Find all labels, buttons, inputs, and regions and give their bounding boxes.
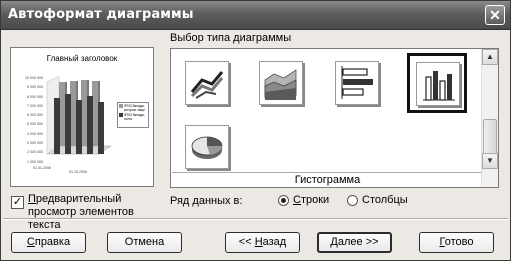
radio-selected-dot [281,198,286,203]
preview-y-tick: 5 000 000 [27,122,43,127]
back-label: азад [262,236,287,248]
pie-3d-icon [191,136,223,159]
legend-entry: ФТ02 Вклады, счета [124,113,145,121]
chart-type-bar-3d[interactable] [333,59,381,107]
back-accesskey: Н [254,236,263,248]
chart-type-group-label: Выбор типа диаграммы [170,32,292,44]
next-label: алее >> [337,236,379,248]
preview-y-tick: 6 000 000 [27,113,43,118]
preview-x-tick: 01.01.2006 [33,166,51,170]
bar-horizontal-3d-icon [341,66,373,99]
cancel-button[interactable]: Отмена [107,232,182,253]
series-columns-radio[interactable] [347,195,358,206]
series-columns-text: Столбцы [362,194,408,206]
close-button[interactable]: ✕ [485,5,505,25]
preview-y-tick: 10 000 000 [25,76,43,80]
title-bar[interactable]: Автоформат диаграммы ✕ [1,1,510,30]
series-rows-accesskey: С [293,194,301,206]
series-rows-text: троки [300,194,330,206]
chart-type-gallery[interactable]: Гистограмма ▲ ▼ [170,48,499,188]
next-accesskey: Д [330,236,338,248]
legend-swatch [119,113,123,117]
chart-type-area-3d[interactable] [257,59,305,107]
preview-y-axis-labels: 10 000 000 9 000 000 8 000 000 7 000 000… [13,74,43,167]
legend-entry: ФТ02 Вклады, которые чаще [124,104,145,112]
preview-chart-title: Главный заголовок [46,54,118,63]
chart-type-column-3d[interactable] [407,53,467,113]
text-preview-label[interactable]: Предварительный просмотр элементов текст… [28,193,158,232]
button-separator [3,218,508,220]
flow-3d-icon [190,71,224,99]
preview-y-tick: 4 000 000 [27,131,43,136]
series-rows-radio[interactable] [278,195,289,206]
back-button[interactable]: << Назад [225,232,300,253]
chart-type-flow-3d[interactable] [183,59,231,107]
series-in-label: Ряд данных в: [170,195,243,207]
back-prefix: << [238,236,255,248]
window-title: Автоформат диаграммы [8,7,194,22]
scroll-up-button[interactable]: ▲ [482,49,498,65]
gallery-scrollbar[interactable]: ▲ ▼ [481,49,498,187]
dialog-window: Автоформат диаграммы ✕ Главный заголовок… [0,0,511,261]
legend-swatch [119,104,123,108]
preview-plot [46,76,112,155]
text-preview-label-text: редварительный просмотр элементов текста [28,193,134,231]
preview-y-tick: 2 000 000 [27,150,43,155]
preview-x-tick: 01.10.2006 [69,170,87,174]
column-3d-icon [423,71,455,101]
chart-type-pie-3d[interactable] [183,123,231,171]
text-preview-checkbox[interactable]: ✓ [11,196,24,209]
done-label: отово [444,236,474,248]
preview-y-tick: 8 000 000 [27,94,43,99]
help-accesskey: С [26,236,35,248]
help-button[interactable]: Справка [11,232,86,253]
scroll-down-button[interactable]: ▼ [482,153,498,169]
preview-y-tick: 9 000 000 [27,85,43,90]
chart-preview: Главный заголовок 10 000 000 9 000 000 8… [10,47,154,187]
text-preview-label-accesskey: П [28,193,36,205]
series-columns-label[interactable]: Столбцы [362,194,408,206]
next-button[interactable]: Далее >> [317,232,392,253]
series-rows-label[interactable]: Строки [293,194,329,206]
preview-y-tick: 7 000 000 [27,103,43,108]
done-button[interactable]: Готово [419,232,494,253]
preview-legend: ФТ02 Вклады, которые чаще ФТ02 Вклады, с… [117,102,149,128]
cancel-label: Отмена [124,236,165,248]
help-label: правка [34,236,71,248]
preview-y-tick: 3 000 000 [27,141,43,146]
chart-type-caption: Гистограмма [172,172,483,188]
area-3d-icon [264,69,297,100]
